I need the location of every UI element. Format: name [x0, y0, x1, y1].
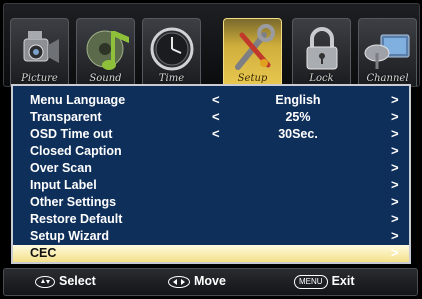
tab-label: Sound — [89, 73, 122, 84]
menu-item-cec[interactable]: CEC > — [13, 245, 409, 262]
menu-item-osd-time-out[interactable]: OSD Time out <30Sec. > — [13, 126, 409, 143]
right-arrow-icon[interactable]: > — [391, 126, 399, 141]
tab-label: Picture — [21, 73, 58, 84]
menu-item-value: English — [275, 93, 321, 107]
menu-item-restore-default[interactable]: Restore Default > — [13, 211, 409, 228]
tab-channel[interactable]: Channel — [358, 18, 417, 86]
tab-label: Channel — [366, 73, 409, 84]
right-arrow-icon[interactable]: > — [391, 177, 399, 192]
tab-label: Setup — [237, 73, 268, 84]
left-arrow-icon[interactable]: < — [212, 126, 220, 141]
tab-setup[interactable]: Setup — [223, 18, 282, 86]
menu-item-label: OSD Time out — [30, 127, 113, 141]
menu-item-label: Input Label — [30, 178, 97, 192]
menu-item-label: Setup Wizard — [30, 229, 110, 243]
right-arrow-icon[interactable]: > — [391, 143, 399, 158]
tab-sound[interactable]: Sound — [76, 18, 135, 86]
select-hint: Select — [35, 274, 96, 288]
setup-menu-panel: Menu Language < English > Transparent <25% > OS… — [11, 84, 411, 264]
menu-item-value: 30Sec. — [278, 127, 318, 141]
up-down-keys-icon — [35, 275, 55, 288]
hint-bar: Select Move MENU Exit — [3, 268, 418, 296]
menu-item-label: Closed Caption — [30, 144, 122, 158]
menu-item-menu-language[interactable]: Menu Language < English > — [13, 92, 409, 109]
menu-item-over-scan[interactable]: Over Scan > — [13, 160, 409, 177]
menu-item-label: CEC — [30, 246, 57, 260]
tab-bar: Picture Sound Time Setup Lock Channel — [3, 3, 420, 87]
left-right-keys-icon — [168, 275, 190, 288]
menu-item-transparent[interactable]: Transparent <25% > — [13, 109, 409, 126]
right-arrow-icon[interactable]: > — [391, 160, 399, 175]
select-label: Select — [59, 274, 96, 288]
right-arrow-icon[interactable]: > — [391, 245, 399, 260]
move-label: Move — [194, 274, 226, 288]
exit-hint: MENU Exit — [294, 274, 355, 289]
menu-key-icon: MENU — [294, 274, 328, 289]
tab-label: Lock — [309, 73, 334, 84]
menu-item-label: Other Settings — [30, 195, 117, 209]
exit-label: Exit — [331, 274, 355, 288]
menu-item-label: Restore Default — [30, 212, 123, 226]
menu-item-closed-caption[interactable]: Closed Caption > — [13, 143, 409, 160]
left-arrow-icon[interactable]: < — [212, 92, 220, 107]
menu-item-label: Menu Language — [30, 93, 126, 107]
left-arrow-icon[interactable]: < — [212, 109, 220, 124]
tab-lock[interactable]: Lock — [292, 18, 351, 86]
tab-label: Time — [158, 73, 185, 84]
menu-item-value: 25% — [285, 110, 311, 124]
right-arrow-icon[interactable]: > — [391, 194, 399, 209]
menu-item-label: Over Scan — [30, 161, 92, 175]
right-arrow-icon[interactable]: > — [391, 109, 399, 124]
menu-item-other-settings[interactable]: Other Settings > — [13, 194, 409, 211]
move-hint: Move — [168, 274, 226, 288]
right-arrow-icon[interactable]: > — [391, 211, 399, 226]
tab-time[interactable]: Time — [142, 18, 201, 86]
menu-item-input-label[interactable]: Input Label > — [13, 177, 409, 194]
tab-picture[interactable]: Picture — [10, 18, 69, 86]
tv-osd-screen: Picture Sound Time Setup Lock Channel Me… — [0, 0, 422, 299]
right-arrow-icon[interactable]: > — [391, 228, 399, 243]
right-arrow-icon[interactable]: > — [391, 92, 399, 107]
menu-item-label: Transparent — [30, 110, 102, 124]
menu-item-setup-wizard[interactable]: Setup Wizard > — [13, 228, 409, 245]
